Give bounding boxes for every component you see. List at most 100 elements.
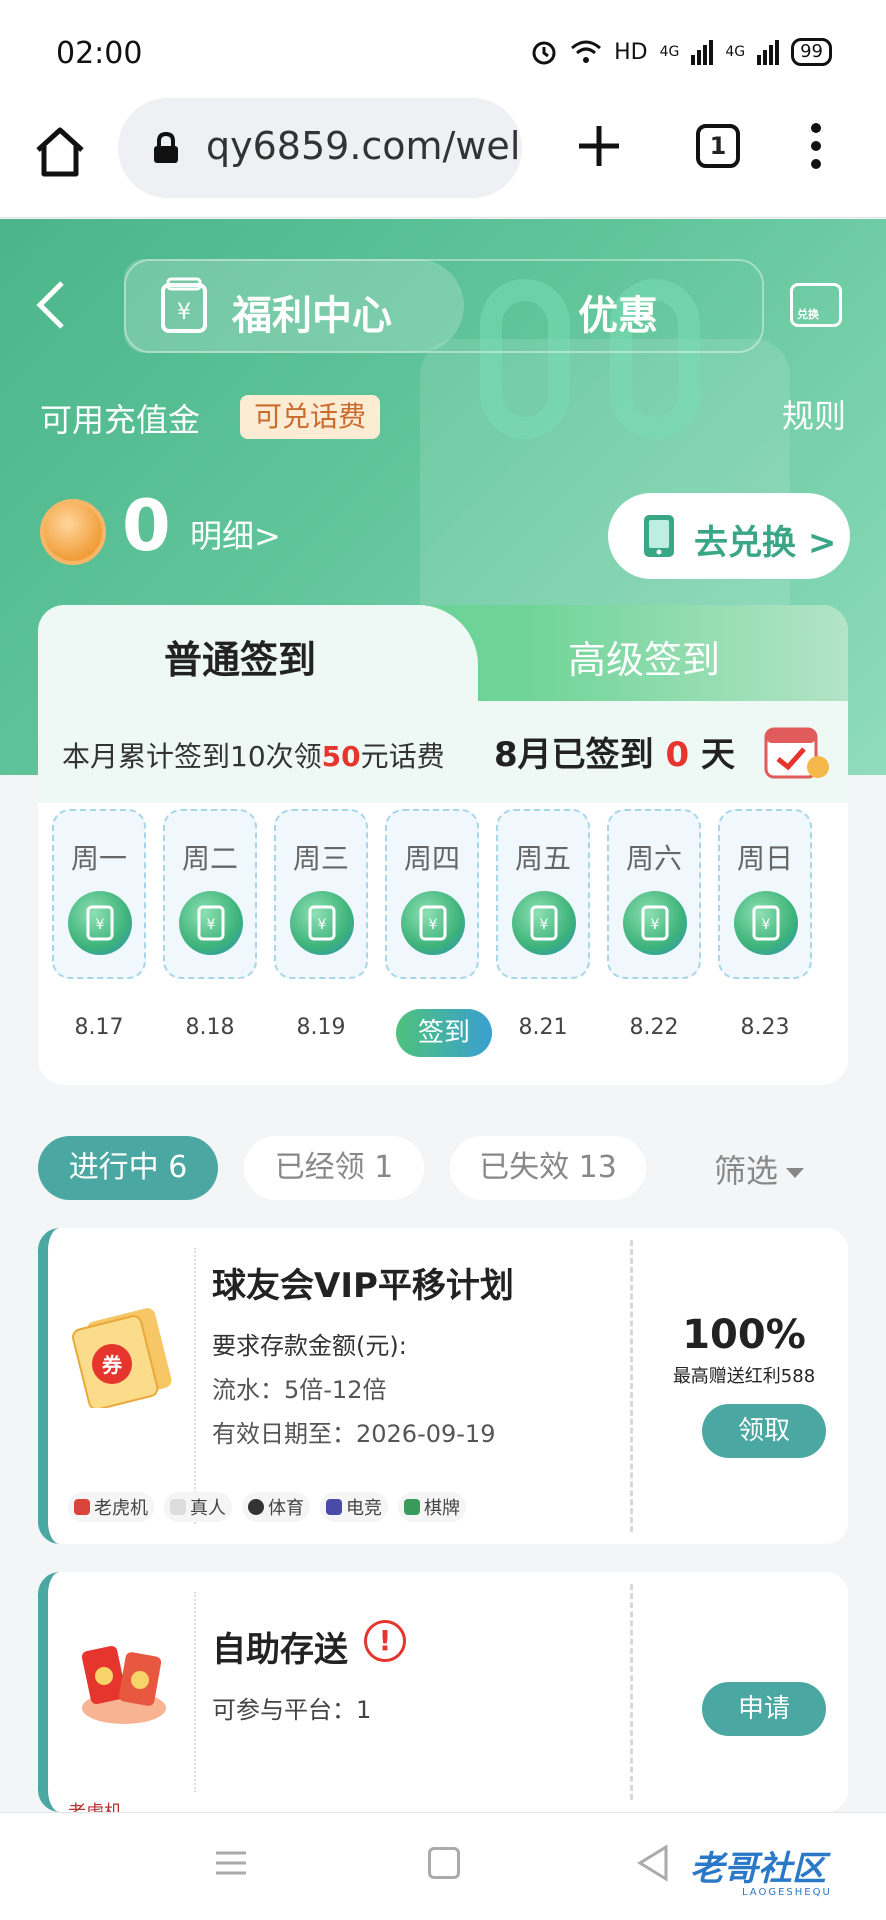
exchange-icon[interactable]: 兑换	[790, 283, 842, 327]
signal-2-label: 4G	[725, 44, 746, 60]
promo-card: 券 球友会VIP平移计划 要求存款金额(元): 流水：5倍-12倍 有效日期至：…	[38, 1228, 848, 1544]
mahjong-tile-icon	[404, 1499, 420, 1515]
battery-icon: 99	[791, 38, 832, 66]
phone-coin-icon: ¥	[512, 891, 576, 955]
go-exchange-label: 去兑换 >	[694, 523, 837, 563]
apply-button[interactable]: 申请	[702, 1682, 826, 1736]
promo-turnover: 流水：5倍-12倍	[212, 1376, 387, 1404]
svg-text:券: 券	[101, 1353, 123, 1377]
status-bar: 02:00 HD 4G 4G 99	[0, 0, 886, 92]
home-icon[interactable]	[30, 122, 90, 182]
system-nav-bar: 老哥社区 LAOGESHEQU	[0, 1812, 886, 1920]
address-bar[interactable]: qy6859.com/wel	[118, 98, 522, 198]
day-tuesday: 周二 ¥	[163, 809, 257, 979]
wallet-icon: ¥	[161, 277, 207, 333]
status-time: 02:00	[56, 36, 143, 71]
game-tags: 老虎机 真人 体育 电竞 棋牌	[68, 1492, 466, 1522]
svg-text:¥: ¥	[318, 917, 327, 933]
watermark-subtext: LAOGESHEQU	[742, 1887, 832, 1898]
promo-platforms: 可参与平台：1	[212, 1696, 372, 1724]
tab-welfare-center[interactable]: 福利中心	[232, 283, 392, 341]
calendar-bell-icon	[764, 727, 829, 779]
signin-reward-text: 本月累计签到10次领50元话费	[62, 740, 445, 773]
alarm-icon	[532, 41, 556, 65]
rules-link[interactable]: 规则	[782, 391, 846, 437]
caret-down-icon	[786, 1168, 805, 1178]
tab-offers[interactable]: 优惠	[578, 283, 658, 341]
day-date: 8.22	[629, 1015, 679, 1040]
url-text: qy6859.com/wel	[206, 124, 521, 168]
day-date: 8.17	[74, 1015, 124, 1040]
signal-icon	[691, 40, 714, 65]
wifi-icon	[571, 40, 602, 63]
back-arrow-icon[interactable]	[30, 277, 70, 333]
red-envelope-icon	[81, 1645, 166, 1724]
filter-dropdown[interactable]: 筛选	[714, 1146, 805, 1192]
promo-title: 自助存送	[212, 1630, 348, 1670]
tab-switcher-button[interactable]: 1	[696, 124, 740, 168]
signal-icon	[757, 40, 780, 65]
watermark-logo: 老哥社区	[690, 1849, 826, 1889]
promo-title: 球友会VIP平移计划	[212, 1266, 514, 1306]
svg-text:¥: ¥	[651, 917, 660, 933]
tab-advanced-signin[interactable]: 高级签到	[568, 629, 720, 684]
card-divider	[194, 1248, 196, 1524]
day-sunday: 周日 ¥	[718, 809, 812, 979]
tag-slots: 老虎机	[68, 1798, 122, 1812]
phone-coin-icon: ¥	[179, 891, 243, 955]
dice-icon	[170, 1499, 186, 1515]
svg-text:¥: ¥	[762, 917, 771, 933]
exchange-icon-label: 兑换	[797, 308, 819, 321]
promo-percent: 100%	[682, 1312, 806, 1358]
phone-coin-icon: ¥	[401, 891, 465, 955]
tag-slots: 老虎机	[68, 1492, 154, 1522]
phone-icon	[644, 515, 674, 557]
more-menu-icon[interactable]	[806, 122, 826, 170]
day-thursday: 周四 ¥	[385, 809, 479, 979]
filter-expired[interactable]: 已失效 13	[450, 1136, 646, 1200]
gamepad-icon	[326, 1499, 342, 1515]
day-date: 8.19	[296, 1015, 346, 1040]
home-button-icon[interactable]	[428, 1847, 460, 1879]
browser-toolbar: qy6859.com/wel 1	[0, 92, 886, 218]
go-exchange-button[interactable]: 去兑换 >	[608, 493, 850, 579]
svg-text:¥: ¥	[177, 300, 191, 325]
day-saturday: 周六 ¥	[607, 809, 701, 979]
day-date: 8.23	[740, 1015, 790, 1040]
signin-card: 普通签到 高级签到 本月累计签到10次领50元话费 8月已签到 0 天 周一 ¥ …	[38, 605, 848, 1085]
signin-banner: 本月累计签到10次领50元话费 8月已签到 0 天	[38, 701, 848, 803]
tab-normal-signin[interactable]: 普通签到	[164, 629, 316, 684]
day-friday: 周五 ¥	[496, 809, 590, 979]
filter-received[interactable]: 已经领 1	[244, 1136, 424, 1200]
back-triangle-icon[interactable]	[636, 1843, 670, 1883]
phone-coin-icon: ¥	[68, 891, 132, 955]
claim-button[interactable]: 领取	[702, 1404, 826, 1458]
signin-button[interactable]: 签到	[396, 1009, 492, 1057]
coin-icon	[40, 499, 106, 565]
tag-cards: 棋牌	[398, 1492, 466, 1522]
recent-apps-icon[interactable]	[214, 1849, 248, 1877]
day-wednesday: 周三 ¥	[274, 809, 368, 979]
card-divider	[194, 1592, 196, 1792]
tag-live: 真人	[164, 1492, 232, 1522]
promo-max-bonus: 最高赠送红利588	[672, 1366, 816, 1387]
phone-coin-icon: ¥	[290, 891, 354, 955]
day-date: 8.18	[185, 1015, 235, 1040]
signin-status: 8月已签到 0 天	[494, 735, 736, 775]
day-date: 8.21	[518, 1015, 568, 1040]
promo-requirement: 要求存款金额(元):	[212, 1332, 407, 1360]
tag-esports: 电竞	[320, 1492, 388, 1522]
alert-icon[interactable]: !	[364, 1620, 406, 1662]
credit-badge: 可兑话费	[240, 395, 381, 439]
svg-text:¥: ¥	[540, 917, 549, 933]
lock-icon	[154, 132, 178, 163]
coupon-ticket-icon: 券	[72, 1308, 172, 1408]
card-perforation	[630, 1584, 633, 1800]
card-perforation	[630, 1240, 633, 1532]
detail-link[interactable]: 明细>	[190, 511, 281, 557]
promo-card: 自助存送 ! 可参与平台：1 申请 老虎机	[38, 1572, 848, 1812]
new-tab-icon[interactable]	[575, 122, 623, 170]
phone-coin-icon: ¥	[734, 891, 798, 955]
filter-in-progress[interactable]: 进行中 6	[38, 1136, 218, 1200]
calendar-illustration	[420, 339, 790, 639]
